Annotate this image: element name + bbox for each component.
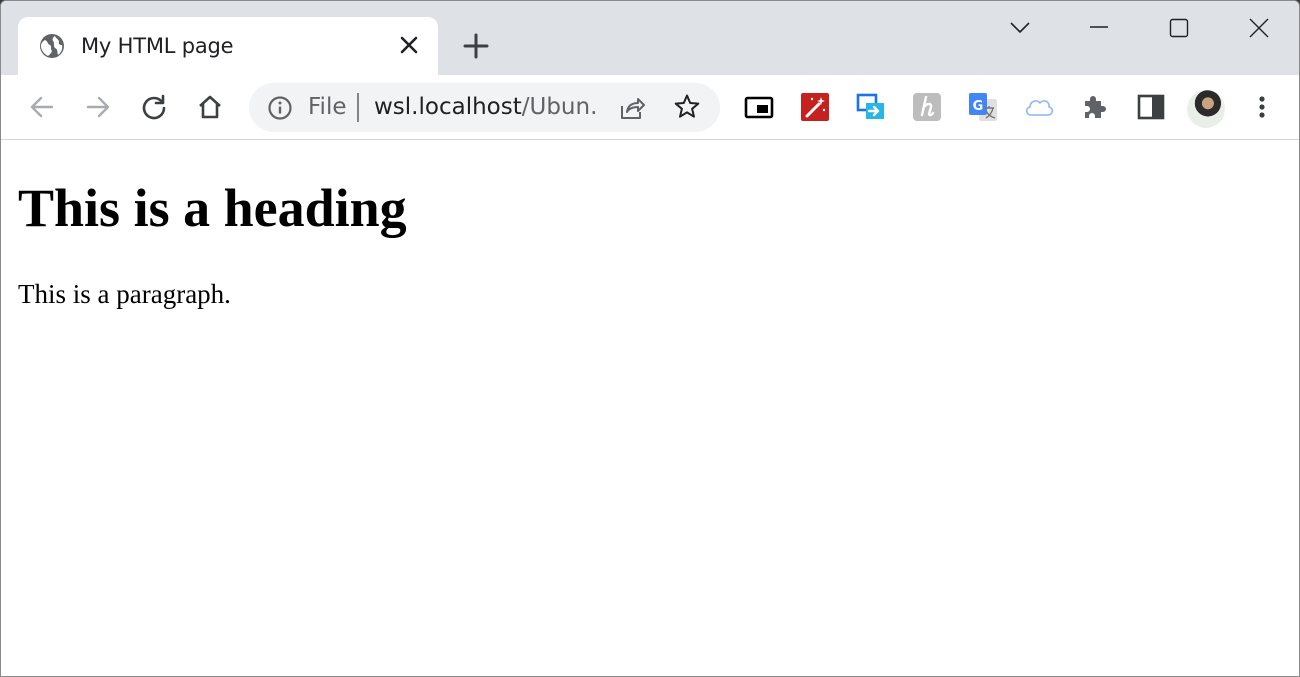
info-icon[interactable] [267,95,293,121]
back-button[interactable] [25,90,59,124]
back-arrow-icon [30,96,54,118]
kebab-menu-icon[interactable] [1249,91,1275,123]
cloud-icon[interactable] [1023,91,1055,123]
picture-in-picture-icon[interactable] [743,91,775,123]
tab-strip: My HTML page [1,1,1299,75]
globe-icon [40,34,64,58]
url-scheme-label: File [308,94,347,120]
page-heading: This is a heading [18,178,407,238]
share-icon[interactable] [618,94,646,122]
tab-active[interactable]: My HTML page [18,17,438,75]
side-panel-icon[interactable] [1135,91,1167,123]
minimize-button[interactable] [1079,11,1119,45]
page-viewport: This is a heading This is a paragraph. [1,141,1299,676]
page-paragraph: This is a paragraph. [18,279,231,309]
google-translate-icon[interactable]: G [967,91,999,123]
tab-search-button[interactable] [1000,11,1040,45]
browser-window: My HTML page File wsl.localhost/Ubun. G … [0,0,1300,677]
url-text[interactable]: wsl.localhost/Ubun... [374,94,599,120]
screen-share-icon[interactable] [855,91,887,123]
close-icon [1249,18,1269,38]
maximize-icon [1169,18,1189,38]
chevron-down-icon [1010,22,1030,34]
star-icon[interactable] [673,93,701,121]
home-icon [199,95,221,119]
browser-toolbar: File wsl.localhost/Ubun... [1,75,1299,140]
url-host: wsl.localhost [374,94,522,120]
reload-icon [142,94,166,120]
h-extension-icon[interactable] [911,91,943,123]
maximize-button[interactable] [1159,11,1199,45]
address-bar[interactable]: File wsl.localhost/Ubun... [249,83,720,132]
puzzle-piece-icon[interactable] [1079,91,1111,123]
forward-arrow-icon [86,96,110,118]
forward-button[interactable] [81,90,115,124]
close-icon[interactable] [398,34,420,56]
svg-text:G: G [973,99,984,114]
close-window-button[interactable] [1239,11,1279,45]
minimize-icon [1090,26,1108,28]
url-path: /Ubun... [521,94,599,120]
divider [357,93,359,122]
magic-wand-icon[interactable] [799,91,831,123]
new-tab-button[interactable] [462,32,490,60]
tab-title: My HTML page [81,34,234,58]
reload-button[interactable] [137,90,171,124]
home-button[interactable] [193,90,227,124]
profile-avatar[interactable] [1187,90,1225,128]
